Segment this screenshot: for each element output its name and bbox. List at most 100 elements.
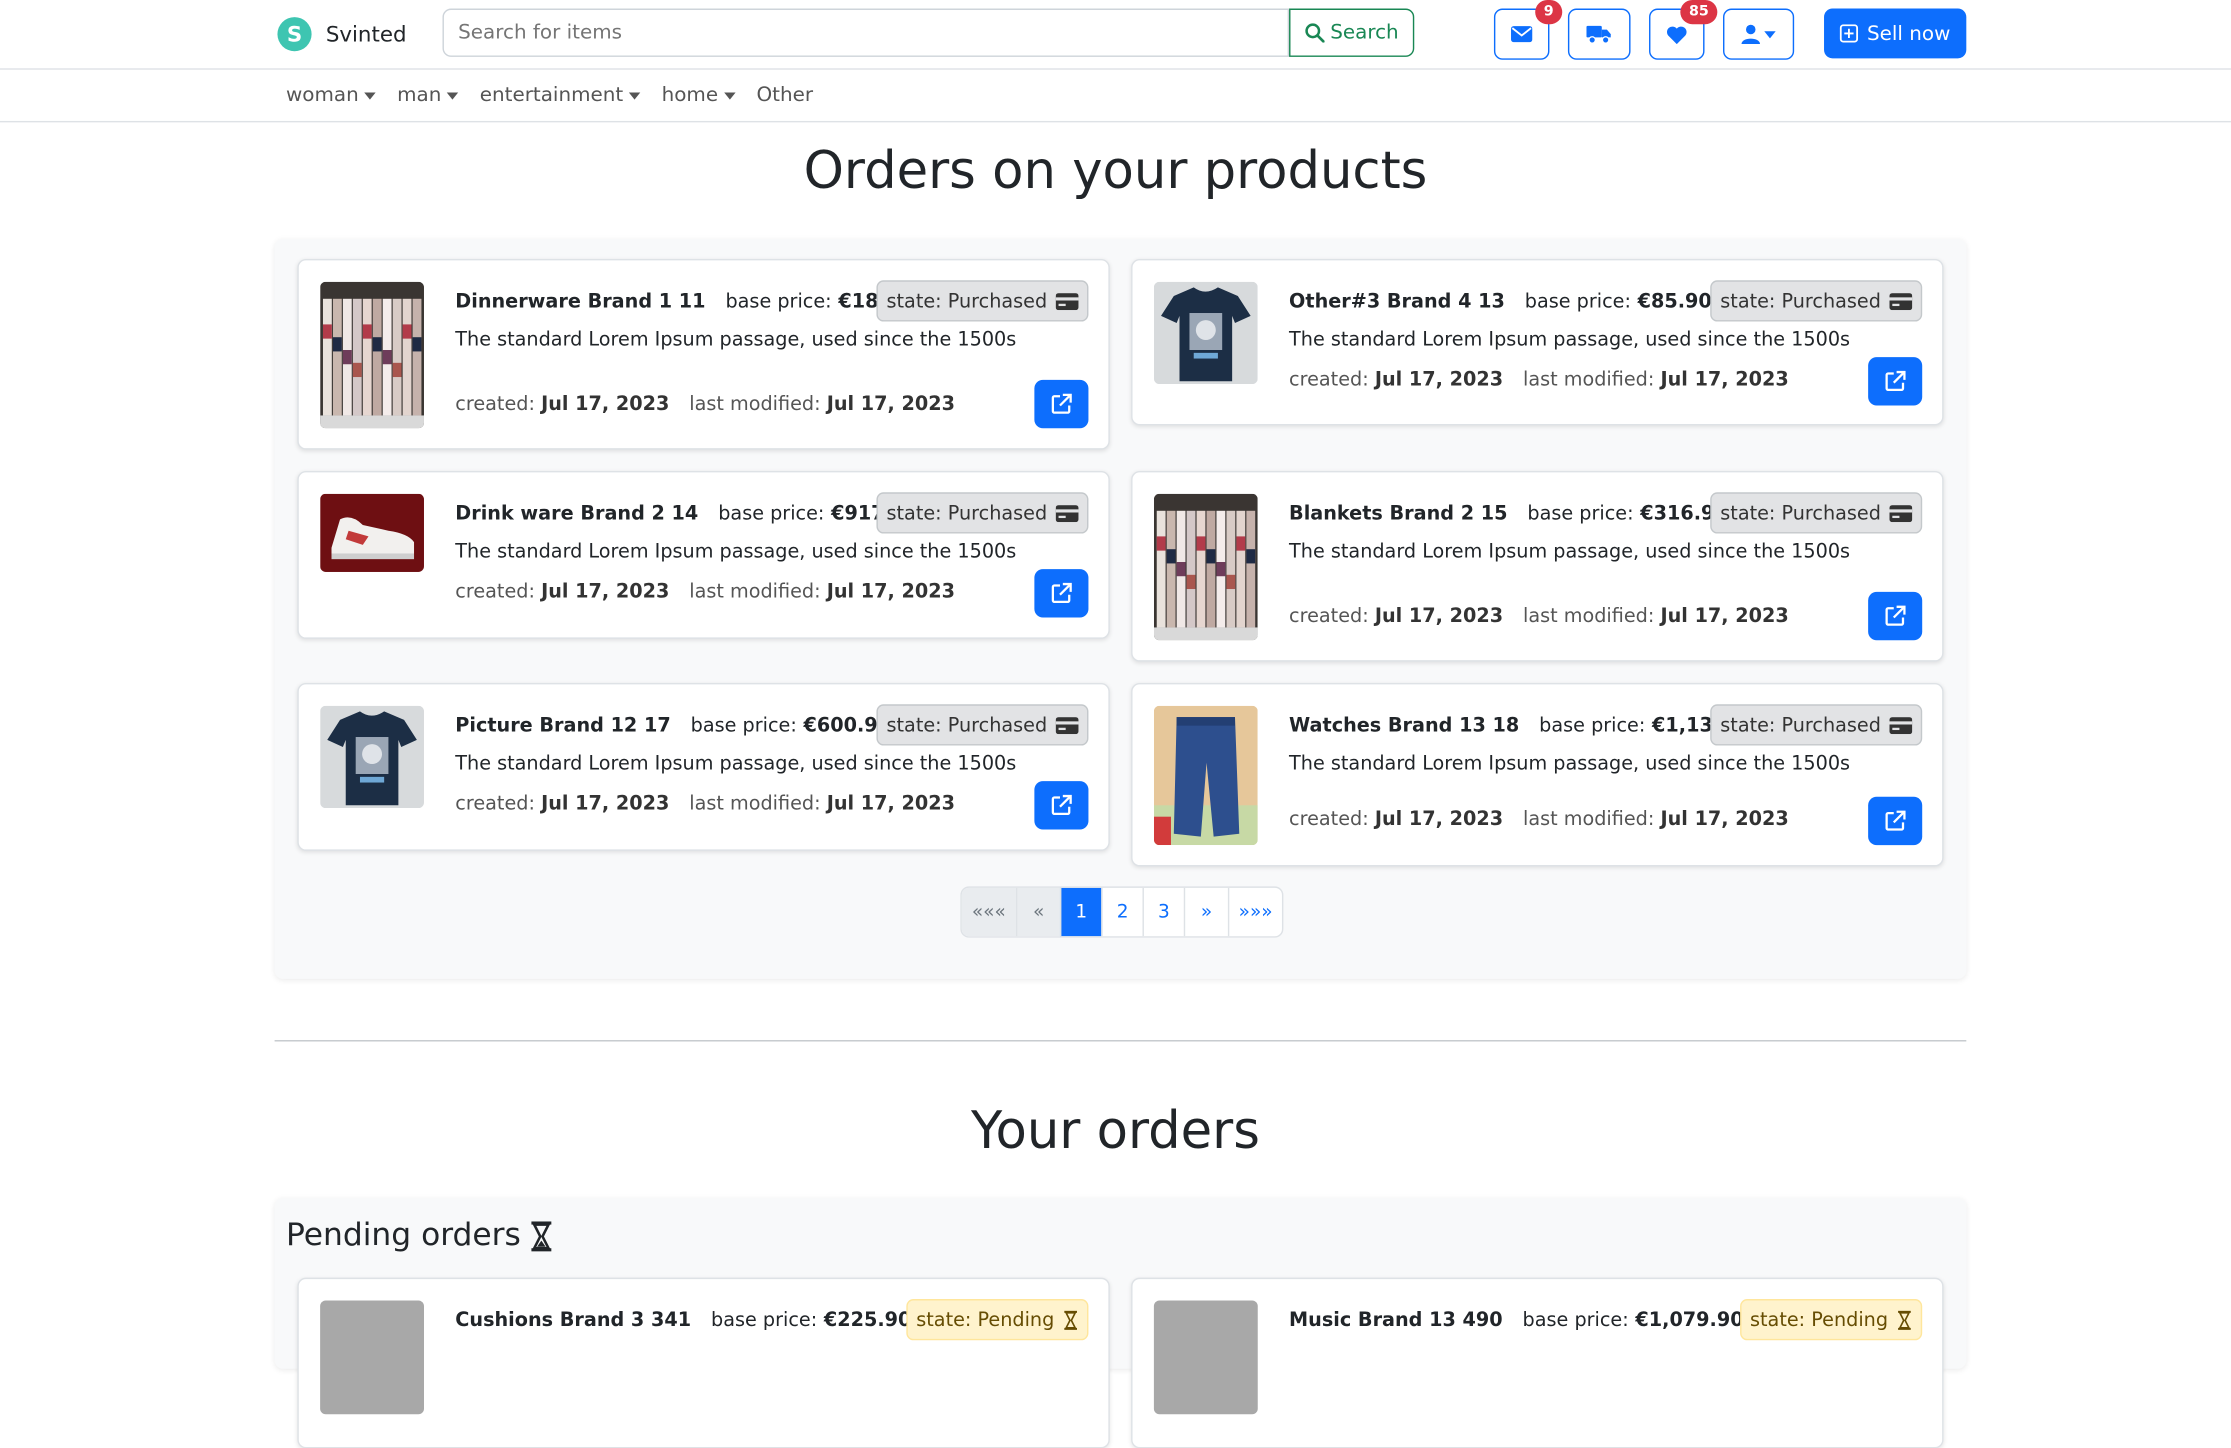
state-badge: state: Purchased: [876, 492, 1089, 534]
order-dates: created: Jul 17, 2023 last modified: Jul …: [455, 393, 955, 416]
base-price-label: base price:: [1522, 1308, 1629, 1332]
product-thumbnail[interactable]: [1153, 281, 1258, 385]
open-order-button[interactable]: [1868, 591, 1923, 641]
base-price-label: base price:: [690, 714, 797, 738]
created-date: Jul 17, 2023: [541, 392, 670, 416]
modified-date: Jul 17, 2023: [1660, 808, 1789, 831]
base-price-value: €85.90: [1637, 290, 1712, 314]
product-thumbnail-books: [1153, 493, 1258, 641]
user-menu-button[interactable]: [1723, 8, 1795, 60]
external-link-icon: [1885, 810, 1906, 831]
product-thumbnail[interactable]: [320, 1300, 424, 1415]
order-card: Picture Brand 12 17 base price: €600.90 st…: [297, 682, 1110, 851]
category-other[interactable]: Other: [757, 84, 814, 107]
modified-date: Jul 17, 2023: [826, 792, 955, 816]
category-man[interactable]: man: [397, 84, 459, 107]
search-input[interactable]: [442, 8, 1290, 57]
order-card: Dinnerware Brand 1 11 base price: €18.90 s…: [297, 258, 1110, 450]
open-order-button[interactable]: [1868, 357, 1923, 406]
favorites-badge: 85: [1680, 0, 1718, 25]
favorites-button[interactable]: 85: [1649, 0, 1718, 60]
external-link-icon: [1885, 370, 1906, 391]
category-entertainment[interactable]: entertainment: [480, 84, 641, 107]
product-thumbnail[interactable]: [1153, 1300, 1258, 1415]
credit-card-icon: [1889, 504, 1913, 522]
product-thumbnail[interactable]: [320, 281, 424, 429]
state-badge: state: Purchased: [1710, 704, 1923, 746]
base-price-label: base price:: [1524, 290, 1631, 314]
credit-card-icon: [1889, 716, 1913, 734]
caret-down-icon: [364, 91, 376, 99]
modified-label: last modified:: [1523, 368, 1655, 392]
base-price-label: base price:: [1539, 714, 1646, 738]
search-group: Search: [442, 8, 1415, 57]
chevron-down-icon: [1764, 30, 1776, 38]
order-title: Picture Brand 12 17 base price: €600.90: [455, 714, 891, 737]
plus-square-icon: [1840, 24, 1859, 43]
messages-button[interactable]: 9: [1493, 0, 1563, 60]
caret-down-icon: [628, 91, 641, 99]
product-name: Music Brand 13 490: [1289, 1308, 1503, 1332]
open-order-button[interactable]: [1868, 796, 1923, 846]
external-link-icon: [1051, 582, 1072, 603]
category-list: woman man entertainment home Other: [286, 84, 813, 107]
modified-date: Jul 17, 2023: [1660, 368, 1789, 392]
state-label: state: Purchased: [1720, 501, 1881, 525]
page-link[interactable]: 2: [1101, 887, 1142, 937]
orders-truck-button[interactable]: [1567, 8, 1631, 60]
brand-name: Svinted: [325, 21, 407, 47]
page-link[interactable]: »»»: [1227, 887, 1282, 937]
open-order-button[interactable]: [1034, 379, 1089, 429]
search-button[interactable]: Search: [1289, 8, 1415, 57]
page-link: «: [1015, 887, 1060, 937]
order-description: The standard Lorem Ipsum passage, used s…: [455, 540, 1017, 564]
caret-down-icon: [447, 91, 459, 99]
messages-badge: 9: [1535, 0, 1563, 25]
page-link[interactable]: »: [1183, 887, 1228, 937]
orders-on-products-heading: Orders on your products: [803, 142, 1428, 201]
external-link-icon: [1051, 393, 1072, 414]
base-price-label: base price:: [1527, 502, 1634, 526]
open-order-button[interactable]: [1034, 781, 1089, 830]
pagination: ««« «1 2 3»»»»: [960, 886, 1284, 938]
sell-now-button[interactable]: Sell now: [1824, 8, 1967, 59]
created-label: created:: [1289, 808, 1369, 831]
category-bar: woman man entertainment home Other: [0, 70, 2231, 123]
pending-order-card: Cushions Brand 3 341 base price: €225.90 s…: [297, 1277, 1110, 1448]
product-thumbnail[interactable]: [1153, 493, 1258, 641]
order-description: The standard Lorem Ipsum passage, used s…: [455, 752, 1017, 776]
category-woman[interactable]: woman: [286, 84, 376, 107]
credit-card-icon: [1055, 292, 1079, 310]
order-card: Blankets Brand 2 15 base price: €316.90 st…: [1131, 470, 1944, 662]
base-price-label: base price:: [710, 1308, 818, 1332]
envelope-icon: [1511, 26, 1533, 43]
created-label: created:: [455, 580, 535, 604]
order-description: The standard Lorem Ipsum passage, used s…: [1289, 752, 1851, 776]
modified-date: Jul 17, 2023: [826, 392, 955, 416]
product-name: Drink ware Brand 2 14: [455, 502, 699, 526]
page-link[interactable]: 1: [1059, 887, 1102, 937]
open-order-button[interactable]: [1034, 569, 1089, 618]
state-badge: state: Purchased: [876, 704, 1089, 746]
order-dates: created: Jul 17, 2023 last modified: Jul …: [455, 581, 955, 604]
product-name: Other#3 Brand 4 13: [1289, 290, 1505, 314]
product-thumbnail[interactable]: [1153, 705, 1258, 846]
state-label: state: Purchased: [886, 289, 1048, 313]
your-orders-heading: Your orders: [971, 1102, 1260, 1162]
state-badge: state: Purchased: [876, 280, 1089, 322]
base-price-label: base price:: [718, 502, 825, 526]
caret-down-icon: [723, 91, 736, 99]
user-icon: [1741, 24, 1761, 45]
category-label: home: [661, 83, 719, 107]
brand-link[interactable]: S Svinted: [277, 17, 407, 52]
product-name: Dinnerware Brand 1 11: [455, 290, 706, 314]
top-navbar: S Svinted Search 9 85 Sell now: [0, 0, 2231, 70]
page-link[interactable]: 3: [1142, 887, 1184, 937]
state-badge: state: Pending: [1740, 1299, 1923, 1341]
product-thumbnail[interactable]: [320, 493, 424, 572]
category-home[interactable]: home: [662, 84, 736, 107]
order-title: Cushions Brand 3 341 base price: €225.90: [455, 1309, 911, 1332]
product-thumbnail[interactable]: [320, 705, 424, 809]
order-title: Music Brand 13 490 base price: €1,079.90: [1289, 1309, 1744, 1332]
category-label: woman: [285, 83, 359, 107]
